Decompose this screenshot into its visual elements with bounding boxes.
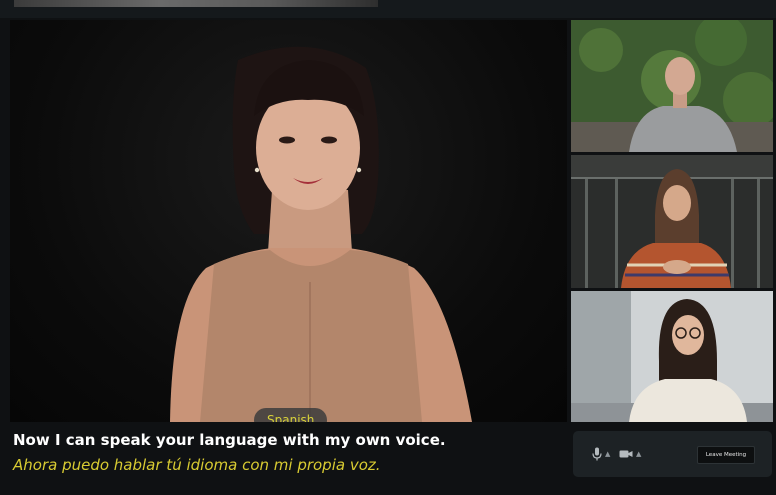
participant-tile-woman-sweater[interactable] xyxy=(571,155,773,288)
speaker-woman-figure xyxy=(170,46,472,422)
microphone-toggle[interactable]: ▲ xyxy=(592,445,610,463)
participant-tile-woman-glasses[interactable] xyxy=(571,291,773,422)
main-speaker-video: Spanish xyxy=(10,20,567,422)
microphone-icon xyxy=(592,447,602,461)
chevron-down-icon[interactable]: ▲ xyxy=(605,450,610,458)
camera-toggle[interactable]: ▲ xyxy=(619,445,641,463)
video-camera-icon xyxy=(619,450,633,458)
participant-woman-sweater-figure xyxy=(571,155,773,288)
participant-man-figure xyxy=(571,20,773,152)
participant-tile-man[interactable] xyxy=(571,20,773,152)
top-participant-strip xyxy=(0,0,776,18)
top-participant-thumbnail[interactable] xyxy=(14,0,378,7)
participant-woman-glasses-figure xyxy=(571,291,773,422)
leave-meeting-button[interactable]: Leave Meeting xyxy=(697,446,755,464)
chevron-down-icon[interactable]: ▲ xyxy=(636,450,641,458)
caption-translated: Ahora puedo hablar tú idioma con mi prop… xyxy=(13,456,381,474)
meeting-controls-bar: ▲ ▲ Leave Meeting xyxy=(573,431,772,477)
language-badge: Spanish xyxy=(254,408,328,422)
caption-original: Now I can speak your language with my ow… xyxy=(13,431,446,449)
